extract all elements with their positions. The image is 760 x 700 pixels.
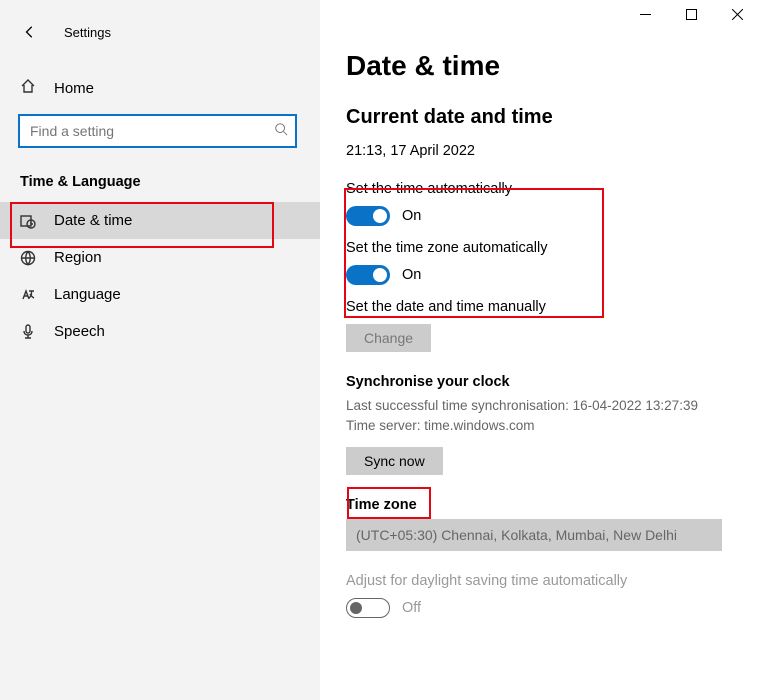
sidebar: Settings Home Time & Language Date & tim… xyxy=(0,0,320,700)
nav-label: Region xyxy=(54,249,102,266)
current-datetime: 21:13, 17 April 2022 xyxy=(346,143,736,159)
home-label: Home xyxy=(54,80,94,97)
minimize-button[interactable] xyxy=(622,0,668,28)
calendar-clock-icon xyxy=(20,213,36,229)
sidebar-item-date-time[interactable]: Date & time xyxy=(0,202,320,239)
dst-label: Adjust for daylight saving time automati… xyxy=(346,573,736,589)
search-input[interactable] xyxy=(20,123,267,139)
window-controls xyxy=(622,0,760,28)
dst-state: Off xyxy=(402,600,421,616)
change-button: Change xyxy=(346,324,431,352)
globe-icon xyxy=(20,250,36,266)
category-header: Time & Language xyxy=(0,174,320,190)
maximize-button[interactable] xyxy=(668,0,714,28)
maximize-icon xyxy=(686,9,697,20)
auto-tz-label: Set the time zone automatically xyxy=(346,240,736,256)
sync-server: Time server: time.windows.com xyxy=(346,416,736,436)
sync-now-button[interactable]: Sync now xyxy=(346,447,443,475)
main-panel: Date & time Current date and time 21:13,… xyxy=(320,0,760,700)
sync-header: Synchronise your clock xyxy=(346,374,736,390)
minimize-icon xyxy=(640,9,651,20)
microphone-icon xyxy=(20,324,36,340)
app-title: Settings xyxy=(64,25,111,40)
auto-tz-state: On xyxy=(402,267,421,283)
auto-time-label: Set the time automatically xyxy=(346,181,736,197)
auto-time-toggle[interactable] xyxy=(346,206,390,226)
sidebar-item-region[interactable]: Region xyxy=(0,239,320,276)
nav-label: Date & time xyxy=(54,212,132,229)
search-icon xyxy=(267,122,295,141)
sync-last: Last successful time synchronisation: 16… xyxy=(346,396,736,416)
auto-time-state: On xyxy=(402,208,421,224)
dst-toggle xyxy=(346,598,390,618)
close-icon xyxy=(732,9,743,20)
home-icon xyxy=(20,78,36,98)
sidebar-item-speech[interactable]: Speech xyxy=(0,313,320,350)
current-header: Current date and time xyxy=(346,106,736,129)
sidebar-item-language[interactable]: Language xyxy=(0,276,320,313)
page-title: Date & time xyxy=(346,50,736,82)
arrow-left-icon xyxy=(23,25,37,39)
manual-label: Set the date and time manually xyxy=(346,299,736,315)
tz-dropdown: (UTC+05:30) Chennai, Kolkata, Mumbai, Ne… xyxy=(346,519,722,551)
nav-label: Language xyxy=(54,286,121,303)
auto-tz-toggle[interactable] xyxy=(346,265,390,285)
search-input-wrap[interactable] xyxy=(18,114,297,148)
sidebar-item-home[interactable]: Home xyxy=(0,68,320,108)
tz-header: Time zone xyxy=(346,497,736,513)
language-icon xyxy=(20,287,36,303)
back-button[interactable] xyxy=(18,20,42,44)
nav-label: Speech xyxy=(54,323,105,340)
close-button[interactable] xyxy=(714,0,760,28)
